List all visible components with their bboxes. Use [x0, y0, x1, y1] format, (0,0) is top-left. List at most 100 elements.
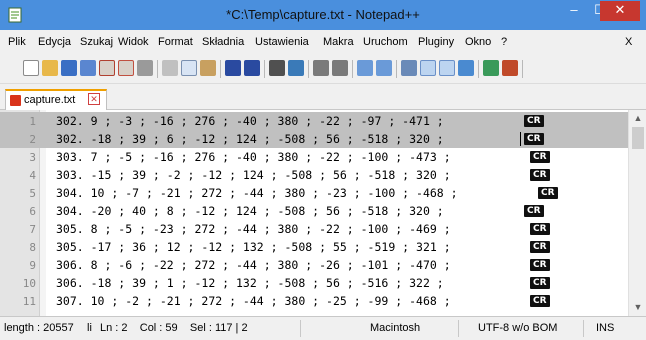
editor-line[interactable]: 11 307. 10 ; -2 ; -21 ; 272 ; -44 ; 380 … [0, 292, 628, 310]
status-eol-format: Macintosh [370, 322, 421, 334]
minimize-button[interactable]: – [561, 1, 587, 21]
editor-line[interactable]: 5 304. 10 ; -7 ; -21 ; 272 ; -44 ; 380 ;… [0, 184, 628, 202]
show-all-chars-icon[interactable] [420, 60, 436, 76]
line-number: 6 [29, 205, 36, 218]
status-separator [458, 320, 459, 337]
eol-cr-marker: CR [524, 205, 544, 217]
close-window-button[interactable]: ✕ [600, 1, 640, 21]
menu-szukaj[interactable]: Szukaj [80, 36, 113, 48]
line-number: 8 [29, 241, 36, 254]
line-text: 306. -18 ; 39 ; 1 ; -12 ; 132 ; -508 ; 5… [56, 276, 444, 290]
editor-line[interactable]: 7 305. 8 ; -5 ; -23 ; 272 ; -44 ; 380 ; … [0, 220, 628, 238]
line-text: 307. 10 ; -2 ; -21 ; 272 ; -44 ; 380 ; -… [56, 294, 451, 308]
unsaved-file-icon [10, 95, 21, 106]
line-number: 11 [22, 295, 36, 308]
open-file-icon[interactable] [42, 60, 58, 76]
line-text: 303. 7 ; -5 ; -16 ; 276 ; -40 ; 380 ; -2… [56, 150, 451, 164]
eol-cr-marker: CR [524, 115, 544, 127]
line-number: 5 [29, 187, 36, 200]
sync-v-icon[interactable] [357, 60, 373, 76]
eol-cr-marker: CR [524, 133, 544, 145]
status-encoding: UTF-8 w/o BOM [478, 322, 558, 334]
menu-ustawienia[interactable]: Ustawienia [255, 36, 309, 48]
menu-skladnia[interactable]: Składnia [202, 36, 244, 48]
print-icon[interactable] [137, 60, 153, 76]
save-icon[interactable] [61, 60, 77, 76]
sync-h-icon[interactable] [376, 60, 392, 76]
toolbar-separator [220, 60, 221, 78]
find-icon[interactable] [269, 60, 285, 76]
menu-bar: Plik Edycja Szukaj Widok Format Składnia… [0, 30, 646, 54]
undo-icon[interactable] [225, 60, 241, 76]
menu-edycja[interactable]: Edycja [38, 36, 71, 48]
toolbar-separator [396, 60, 397, 78]
eol-cr-marker: CR [530, 169, 550, 181]
editor-line[interactable]: 9 306. 8 ; -6 ; -22 ; 272 ; -44 ; 380 ; … [0, 256, 628, 274]
close-icon[interactable] [99, 60, 115, 76]
zoom-out-icon[interactable] [332, 60, 348, 76]
word-wrap-icon[interactable] [401, 60, 417, 76]
editor-line-current[interactable]: 2 302. -18 ; 39 ; 6 ; -12 ; 124 ; -508 ;… [0, 130, 628, 148]
redo-icon[interactable] [244, 60, 260, 76]
paste-icon[interactable] [200, 60, 216, 76]
menu-uruchom[interactable]: Uruchom [363, 36, 408, 48]
tab-label: capture.txt [24, 94, 76, 106]
line-text: 302. -18 ; 39 ; 6 ; -12 ; 124 ; -508 ; 5… [56, 132, 444, 146]
menu-format[interactable]: Format [158, 36, 193, 48]
close-document-button[interactable]: X [625, 36, 632, 48]
status-position: Ln : 2 Col : 59 Sel : 117 | 2 [100, 322, 248, 334]
line-text: 304. 10 ; -7 ; -21 ; 272 ; -44 ; 380 ; -… [56, 186, 458, 200]
line-number: 4 [29, 169, 36, 182]
status-separator [583, 320, 584, 337]
scroll-up-icon[interactable]: ▲ [629, 113, 646, 123]
line-text: 305. -17 ; 36 ; 12 ; -12 ; 132 ; -508 ; … [56, 240, 451, 254]
line-text: 305. 8 ; -5 ; -23 ; 272 ; -44 ; 380 ; -2… [56, 222, 451, 236]
vertical-scrollbar[interactable]: ▲ ▼ [628, 110, 646, 316]
cut-icon[interactable] [162, 60, 178, 76]
editor-line[interactable]: 1 302. 9 ; -3 ; -16 ; 276 ; -40 ; 380 ; … [0, 112, 628, 130]
scroll-down-icon[interactable]: ▼ [629, 302, 646, 312]
menu-makra[interactable]: Makra [323, 36, 354, 48]
menu-help[interactable]: ? [501, 36, 507, 48]
toolbar-separator [308, 60, 309, 78]
doc-map-icon[interactable] [483, 60, 499, 76]
toolbar [0, 54, 646, 84]
line-text: 303. -15 ; 39 ; -2 ; -12 ; 124 ; -508 ; … [56, 168, 451, 182]
tab-capture-txt[interactable]: capture.txt ✕ [5, 89, 107, 110]
function-list-icon[interactable] [502, 60, 518, 76]
line-number: 7 [29, 223, 36, 236]
editor-line[interactable]: 10 306. -18 ; 39 ; 1 ; -12 ; 132 ; -508 … [0, 274, 628, 292]
user-lang-icon[interactable] [458, 60, 474, 76]
eol-cr-marker: CR [530, 223, 550, 235]
editor-line[interactable]: 6 304. -20 ; 40 ; 8 ; -12 ; 124 ; -508 ;… [0, 202, 628, 220]
line-number: 2 [29, 133, 36, 146]
new-file-icon[interactable] [23, 60, 39, 76]
line-number: 10 [22, 277, 36, 290]
status-insert-mode: INS [596, 322, 615, 334]
scrollbar-thumb[interactable] [632, 127, 644, 149]
indent-guide-icon[interactable] [439, 60, 455, 76]
editor-line[interactable]: 3 303. 7 ; -5 ; -16 ; 276 ; -40 ; 380 ; … [0, 148, 628, 166]
close-all-icon[interactable] [118, 60, 134, 76]
menu-pluginy[interactable]: Pluginy [418, 36, 454, 48]
save-all-icon[interactable] [80, 60, 96, 76]
toolbar-separator [478, 60, 479, 78]
tab-strip: capture.txt ✕ [0, 84, 646, 110]
copy-icon[interactable] [181, 60, 197, 76]
line-number: 3 [29, 151, 36, 164]
editor-line[interactable]: 8 305. -17 ; 36 ; 12 ; -12 ; 132 ; -508 … [0, 238, 628, 256]
eol-cr-marker: CR [530, 295, 550, 307]
replace-icon[interactable] [288, 60, 304, 76]
line-text: 304. -20 ; 40 ; 8 ; -12 ; 124 ; -508 ; 5… [56, 204, 444, 218]
line-number: 1 [29, 115, 36, 128]
editor-area[interactable]: 1 302. 9 ; -3 ; -16 ; 276 ; -40 ; 380 ; … [0, 110, 646, 316]
line-text: 302. 9 ; -3 ; -16 ; 276 ; -40 ; 380 ; -2… [56, 114, 444, 128]
menu-plik[interactable]: Plik [8, 36, 26, 48]
eol-cr-marker: CR [530, 277, 550, 289]
tab-close-icon[interactable]: ✕ [88, 93, 100, 105]
menu-okno[interactable]: Okno [465, 36, 491, 48]
menu-widok[interactable]: Widok [118, 36, 149, 48]
editor-line[interactable]: 4 303. -15 ; 39 ; -2 ; -12 ; 124 ; -508 … [0, 166, 628, 184]
zoom-in-icon[interactable] [313, 60, 329, 76]
status-separator [300, 320, 301, 337]
